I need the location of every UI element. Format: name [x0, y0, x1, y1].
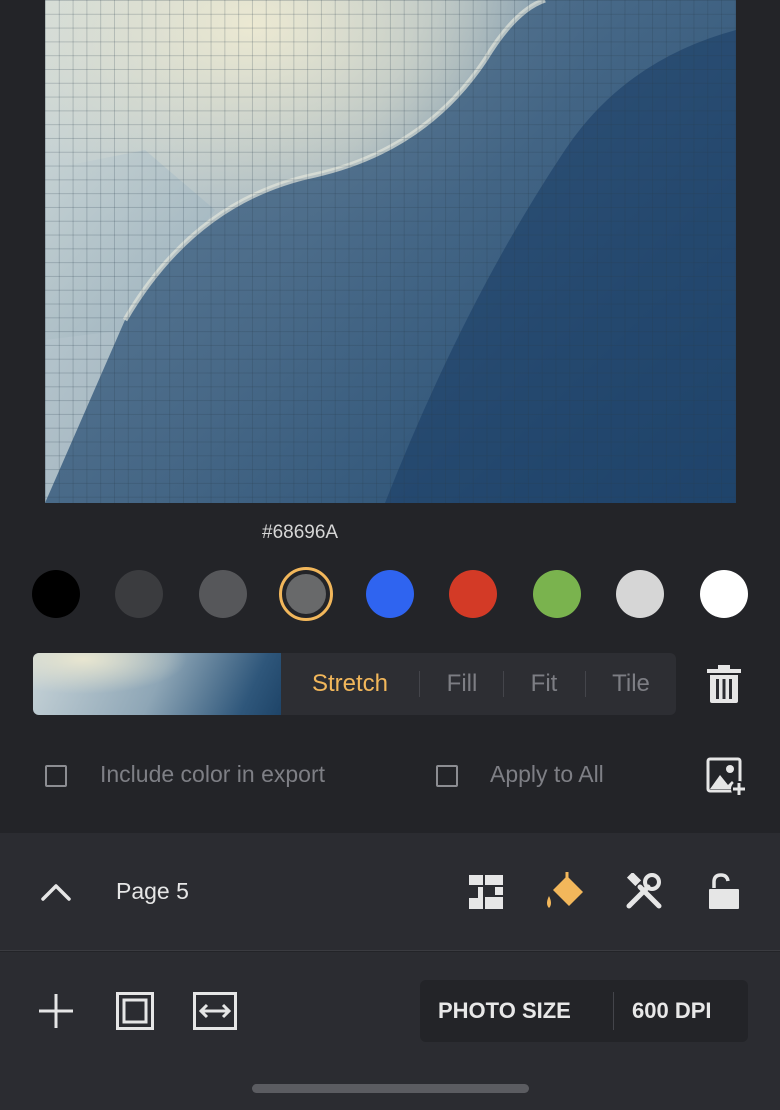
swatch-light-gray[interactable] — [616, 570, 664, 618]
tools-icon — [626, 871, 662, 909]
border-button[interactable] — [116, 992, 154, 1034]
chip-divider — [613, 992, 614, 1030]
fit-mode-tile[interactable]: Tile — [595, 653, 667, 715]
frame-icon — [116, 992, 154, 1030]
home-indicator — [252, 1084, 529, 1093]
canvas-preview[interactable] — [45, 0, 736, 503]
apply-all-label: Apply to All — [490, 761, 604, 787]
lock-button[interactable] — [707, 872, 741, 916]
photo-size-button[interactable]: PHOTO SIZE — [438, 980, 571, 1042]
layout-icon — [469, 875, 503, 909]
swatch-gray[interactable] — [199, 570, 247, 618]
canvas-grid-overlay — [45, 0, 736, 503]
fit-width-icon — [193, 992, 237, 1030]
swatch-selected-gray[interactable] — [279, 567, 333, 621]
tools-button[interactable] — [624, 871, 664, 915]
unlock-icon — [709, 873, 739, 909]
fit-mode-fill[interactable]: Fill — [429, 653, 495, 715]
chevron-up-icon — [41, 884, 71, 901]
swatch-blue[interactable] — [366, 570, 414, 618]
export-settings-chip: PHOTO SIZE 600 DPI — [420, 980, 748, 1042]
fit-mode-bar: Stretch Fill Fit Tile — [33, 653, 676, 715]
background-color-button[interactable] — [543, 870, 587, 916]
fit-mode-divider — [419, 671, 420, 697]
fit-mode-fit[interactable]: Fit — [511, 653, 577, 715]
fit-mode-stretch[interactable]: Stretch — [293, 653, 407, 715]
swatch-red[interactable] — [449, 570, 497, 618]
paint-bucket-icon — [547, 872, 583, 908]
include-color-checkbox[interactable] — [45, 765, 67, 787]
plus-icon — [39, 994, 73, 1028]
swatch-black[interactable] — [32, 570, 80, 618]
app-root: #68696A Stretch Fill Fit Tile Include co… — [0, 0, 780, 1110]
background-thumbnail[interactable] — [33, 653, 281, 715]
swatch-selected-fill — [286, 574, 326, 614]
add-image-icon — [706, 757, 747, 797]
add-page-button[interactable] — [38, 993, 74, 1033]
swatch-dark-gray[interactable] — [115, 570, 163, 618]
selected-color-hex: #68696A — [262, 522, 339, 543]
fit-mode-divider — [585, 671, 586, 697]
apply-all-checkbox[interactable] — [436, 765, 458, 787]
swatch-green[interactable] — [533, 570, 581, 618]
resize-width-button[interactable] — [193, 992, 237, 1034]
trash-icon — [707, 665, 741, 703]
expand-pages-button[interactable] — [40, 880, 72, 906]
page-label: Page 5 — [116, 878, 189, 904]
delete-background-button[interactable] — [705, 664, 743, 708]
swatch-white[interactable] — [700, 570, 748, 618]
layout-button[interactable] — [468, 874, 504, 914]
dpi-button[interactable]: 600 DPI — [632, 980, 712, 1042]
include-color-label: Include color in export — [100, 761, 326, 787]
add-image-button[interactable] — [706, 757, 748, 801]
fit-mode-divider — [503, 671, 504, 697]
